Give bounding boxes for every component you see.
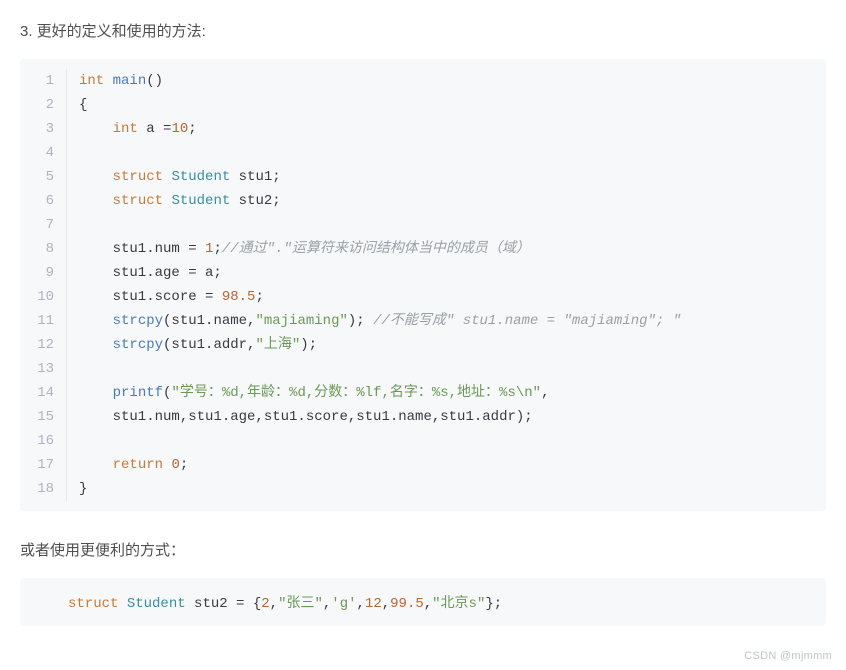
code-line: 2{ — [20, 93, 826, 117]
code-line: 1int main() — [20, 69, 826, 93]
code-content: printf("学号：%d,年龄：%d,分数：%lf,名字：%s,地址：%s\n… — [67, 381, 549, 405]
code-line: 17 return 0; — [20, 453, 826, 477]
alt-method-text: 或者使用更便利的方式： — [20, 539, 826, 560]
code-line: 9 stu1.age = a; — [20, 261, 826, 285]
section-heading: 3. 更好的定义和使用的方法: — [20, 20, 826, 41]
line-number: 18 — [20, 477, 66, 501]
code-content: stu1.score = 98.5; — [67, 285, 264, 309]
code-line: 14 printf("学号：%d,年龄：%d,分数：%lf,名字：%s,地址：%… — [20, 381, 826, 405]
code-line: 16 — [20, 429, 826, 453]
code-line: 7 — [20, 213, 826, 237]
code-content: stu1.num,stu1.age,stu1.score,stu1.name,s… — [67, 405, 533, 429]
code-block-inline-init: struct Student stu2 = {2,"张三",'g',12,99.… — [20, 578, 826, 626]
code-line: 12 strcpy(stu1.addr,"上海"); — [20, 333, 826, 357]
line-number: 8 — [20, 237, 66, 261]
code-line: 13 — [20, 357, 826, 381]
code-content: stu1.age = a; — [67, 261, 222, 285]
line-number: 3 — [20, 117, 66, 141]
code-line: 10 stu1.score = 98.5; — [20, 285, 826, 309]
line-number: 16 — [20, 429, 66, 453]
line-number: 14 — [20, 381, 66, 405]
line-number: 9 — [20, 261, 66, 285]
code-content: int a =10; — [67, 117, 197, 141]
code-block-main: 1int main()2{3 int a =10;4 5 struct Stud… — [20, 59, 826, 511]
line-number: 17 — [20, 453, 66, 477]
code-line: 18} — [20, 477, 826, 501]
line-number: 15 — [20, 405, 66, 429]
code-line: 4 — [20, 141, 826, 165]
code-content — [67, 213, 87, 237]
code-line: 11 strcpy(stu1.name,"majiaming"); //不能写成… — [20, 309, 826, 333]
line-number: 7 — [20, 213, 66, 237]
code-content: int main() — [67, 69, 163, 93]
code-content: strcpy(stu1.addr,"上海"); — [67, 333, 317, 357]
code-content — [67, 141, 87, 165]
code-line: 3 int a =10; — [20, 117, 826, 141]
line-number: 13 — [20, 357, 66, 381]
line-number: 12 — [20, 333, 66, 357]
code-content: return 0; — [67, 453, 188, 477]
line-number: 5 — [20, 165, 66, 189]
code-content: } — [67, 477, 87, 501]
line-number: 4 — [20, 141, 66, 165]
code-content: struct Student stu2; — [67, 189, 281, 213]
line-number: 6 — [20, 189, 66, 213]
code-content — [67, 357, 87, 381]
line-number: 10 — [20, 285, 66, 309]
code-line: 5 struct Student stu1; — [20, 165, 826, 189]
code-line: 15 stu1.num,stu1.age,stu1.score,stu1.nam… — [20, 405, 826, 429]
code-content: stu1.num = 1;//通过"."运算符来访问结构体当中的成员（域） — [67, 237, 530, 261]
code-content: struct Student stu1; — [67, 165, 281, 189]
watermark-text: CSDN @mjmmm — [744, 650, 832, 662]
line-number: 11 — [20, 309, 66, 333]
code-line: 8 stu1.num = 1;//通过"."运算符来访问结构体当中的成员（域） — [20, 237, 826, 261]
code-content: strcpy(stu1.name,"majiaming"); //不能写成" s… — [67, 309, 681, 333]
code-line: 6 struct Student stu2; — [20, 189, 826, 213]
line-number: 1 — [20, 69, 66, 93]
code-content: { — [67, 93, 87, 117]
code-content — [67, 429, 87, 453]
line-number: 2 — [20, 93, 66, 117]
